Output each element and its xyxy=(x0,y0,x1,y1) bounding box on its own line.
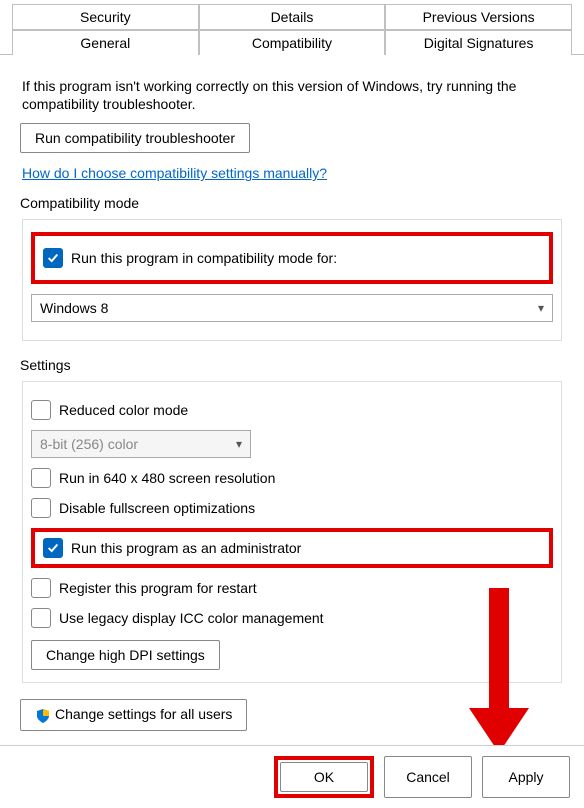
legacy-icc-label: Use legacy display ICC color management xyxy=(59,610,324,626)
highlight-ok: OK xyxy=(274,756,374,798)
tab-security[interactable]: Security xyxy=(12,4,199,30)
tab-digital-signatures[interactable]: Digital Signatures xyxy=(385,30,572,55)
compat-mode-select-value: Windows 8 xyxy=(40,300,108,316)
ok-button[interactable]: OK xyxy=(280,762,368,792)
run-troubleshooter-button[interactable]: Run compatibility troubleshooter xyxy=(20,123,250,153)
settings-group: Reduced color mode 8-bit (256) color ▾ R… xyxy=(22,381,562,683)
highlight-compat-checkbox: Run this program in compatibility mode f… xyxy=(31,232,553,284)
color-depth-select: 8-bit (256) color ▾ xyxy=(31,430,251,458)
legacy-icc-checkbox[interactable] xyxy=(31,608,51,628)
tab-previous-versions[interactable]: Previous Versions xyxy=(385,4,572,30)
tab-compatibility[interactable]: Compatibility xyxy=(199,30,386,55)
tab-details[interactable]: Details xyxy=(199,4,386,30)
tab-content: If this program isn't working correctly … xyxy=(0,54,584,731)
compat-mode-group: Run this program in compatibility mode f… xyxy=(22,219,562,341)
tab-strip: Security Details Previous Versions Gener… xyxy=(0,0,584,55)
apply-button[interactable]: Apply xyxy=(482,756,570,798)
reduced-color-checkbox[interactable] xyxy=(31,400,51,420)
help-link[interactable]: How do I choose compatibility settings m… xyxy=(22,165,327,181)
disable-fullscreen-label: Disable fullscreen optimizations xyxy=(59,500,255,516)
disable-fullscreen-checkbox[interactable] xyxy=(31,498,51,518)
shield-icon xyxy=(35,708,51,724)
chevron-down-icon: ▾ xyxy=(538,301,544,315)
run-640-checkbox[interactable] xyxy=(31,468,51,488)
dialog-footer: OK Cancel Apply xyxy=(0,745,584,808)
change-dpi-button[interactable]: Change high DPI settings xyxy=(31,640,220,670)
change-all-users-label: Change settings for all users xyxy=(55,706,232,722)
chevron-down-icon: ▾ xyxy=(236,437,242,451)
compat-mode-select[interactable]: Windows 8 ▾ xyxy=(31,294,553,322)
compat-mode-label: Run this program in compatibility mode f… xyxy=(71,250,337,266)
tab-general[interactable]: General xyxy=(12,30,199,55)
change-all-users-button[interactable]: Change settings for all users xyxy=(20,699,247,730)
register-restart-checkbox[interactable] xyxy=(31,578,51,598)
run-640-label: Run in 640 x 480 screen resolution xyxy=(59,470,275,486)
compat-mode-title: Compatibility mode xyxy=(16,195,143,211)
run-admin-checkbox[interactable] xyxy=(43,538,63,558)
reduced-color-label: Reduced color mode xyxy=(59,402,188,418)
intro-text: If this program isn't working correctly … xyxy=(22,77,562,113)
run-admin-label: Run this program as an administrator xyxy=(71,540,301,556)
cancel-button[interactable]: Cancel xyxy=(384,756,472,798)
settings-title: Settings xyxy=(16,357,75,373)
highlight-run-admin: Run this program as an administrator xyxy=(31,528,553,568)
register-restart-label: Register this program for restart xyxy=(59,580,257,596)
compat-mode-checkbox[interactable] xyxy=(43,248,63,268)
color-depth-value: 8-bit (256) color xyxy=(40,436,138,452)
